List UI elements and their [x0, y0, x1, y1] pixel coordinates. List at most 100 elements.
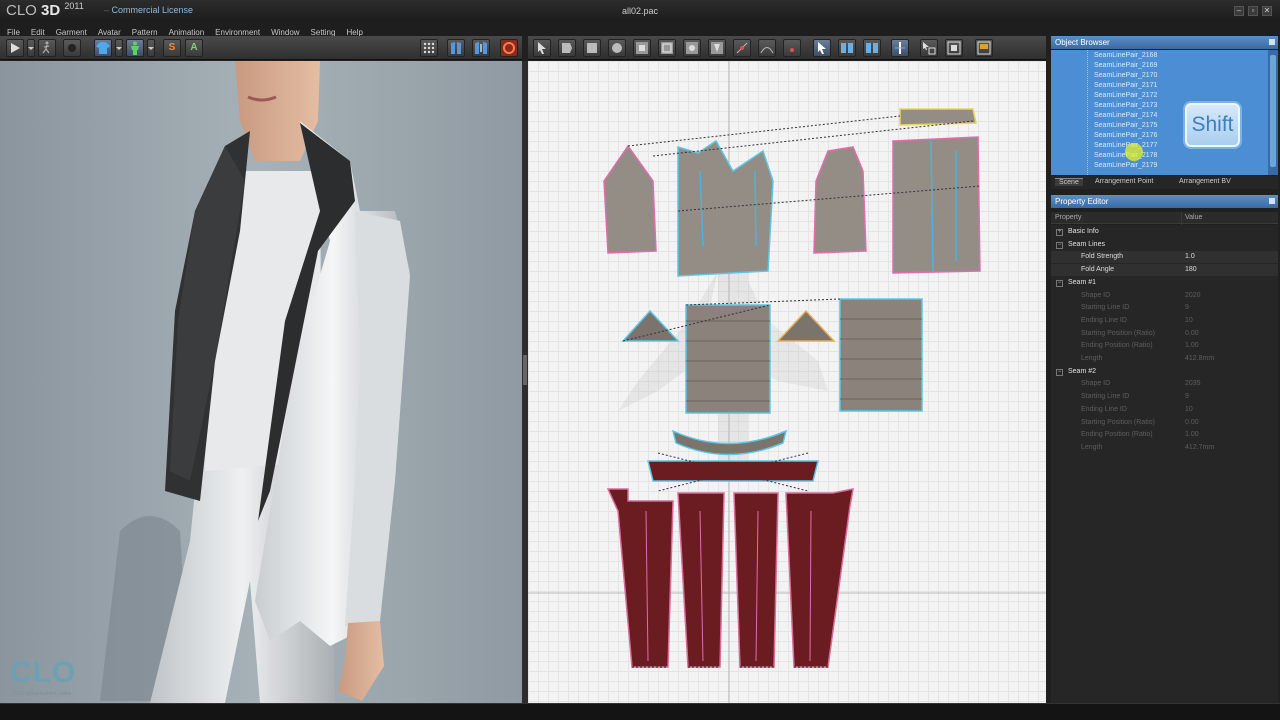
- circle-tool-button[interactable]: [608, 39, 626, 57]
- property-row[interactable]: Ending Line ID 10: [1051, 404, 1278, 416]
- avatar-dropdown-button[interactable]: [147, 39, 155, 57]
- refresh-icon: [503, 42, 515, 54]
- property-table-header: Property Value: [1051, 212, 1278, 224]
- a-icon[interactable]: A: [185, 39, 203, 57]
- property-group-row[interactable]: − Seam #2: [1051, 366, 1278, 378]
- simulate-play-button[interactable]: [6, 39, 24, 57]
- property-key: Seam #2: [1068, 367, 1097, 375]
- property-row[interactable]: Length 412.8mm: [1051, 353, 1278, 365]
- s-icon[interactable]: S: [163, 39, 181, 57]
- fold-line-button[interactable]: [891, 39, 909, 57]
- property-row[interactable]: Ending Position (Ratio) 1.00: [1051, 429, 1278, 441]
- pin-icon[interactable]: [1269, 198, 1275, 204]
- collapse-icon[interactable]: −: [1056, 279, 1063, 287]
- edit-point-button[interactable]: [733, 39, 751, 57]
- property-editor-title: Property Editor: [1051, 195, 1278, 208]
- tree-item[interactable]: SeamLinePair_2174: [1094, 112, 1157, 119]
- close-button[interactable]: ✕: [1262, 6, 1272, 16]
- fold-tool-button[interactable]: [447, 39, 465, 57]
- free-sewing-button[interactable]: [838, 39, 856, 57]
- add-point-button[interactable]: [783, 39, 801, 57]
- tree-item[interactable]: SeamLinePair_2176: [1094, 132, 1157, 139]
- viewport-3d[interactable]: CLO CLO virtual fashion online: [0, 61, 522, 703]
- clo-tagline: CLO virtual fashion online: [14, 691, 72, 697]
- property-group-row[interactable]: − Seam Lines: [1051, 239, 1278, 251]
- property-row[interactable]: Ending Line ID 10: [1051, 315, 1278, 327]
- show-avatar-button[interactable]: [126, 39, 144, 57]
- tree-item[interactable]: SeamLinePair_2173: [1094, 102, 1157, 109]
- zoom-fit-icon: [947, 41, 961, 55]
- property-row[interactable]: Shape ID 2020: [1051, 290, 1278, 302]
- select-tool-button[interactable]: [533, 39, 551, 57]
- property-row[interactable]: Fold Strength 1.0: [1051, 251, 1278, 264]
- property-row[interactable]: Fold Angle 180: [1051, 264, 1278, 277]
- screenshot-button[interactable]: [975, 39, 993, 57]
- property-row[interactable]: Starting Position (Ratio) 0.00: [1051, 328, 1278, 340]
- internal-polygon-button[interactable]: [633, 39, 651, 57]
- polygon-tool-button[interactable]: [558, 39, 576, 57]
- property-value[interactable]: 1.0: [1185, 251, 1195, 263]
- screenshot-icon: [977, 41, 991, 55]
- internal-rectangle-icon: [661, 42, 673, 54]
- record-button[interactable]: [63, 39, 81, 57]
- property-value: 10: [1185, 316, 1193, 324]
- property-group-row[interactable]: − Seam #1: [1051, 277, 1278, 289]
- property-row[interactable]: Length 412.7mm: [1051, 442, 1278, 454]
- internal-circle-button[interactable]: [683, 39, 701, 57]
- tab-arrangement-bv[interactable]: Arrangement BV: [1179, 178, 1231, 185]
- curve-icon: [760, 47, 774, 54]
- tree-item[interactable]: SeamLinePair_2168: [1094, 52, 1157, 59]
- splitter-grip[interactable]: [523, 355, 527, 385]
- expand-icon[interactable]: +: [1056, 229, 1063, 236]
- segment-sewing-button[interactable]: [813, 39, 831, 57]
- tree-item[interactable]: SeamLinePair_2175: [1094, 122, 1157, 129]
- property-row[interactable]: Starting Line ID 9: [1051, 391, 1278, 403]
- reset-button[interactable]: [500, 39, 518, 57]
- rectangle-tool-button[interactable]: [583, 39, 601, 57]
- object-browser-tree[interactable]: SeamLinePair_2168 SeamLinePair_2169 Seam…: [1051, 50, 1278, 175]
- sewing-check-button[interactable]: [863, 39, 881, 57]
- fold-arrange-button[interactable]: [472, 39, 490, 57]
- dropdown-icon: [116, 47, 122, 50]
- jacket-icon: [451, 42, 461, 54]
- pin-icon[interactable]: [1269, 39, 1275, 45]
- play-dropdown-button[interactable]: [27, 39, 35, 57]
- edit-point-icon: [736, 42, 748, 54]
- edit-curve-button[interactable]: [758, 39, 776, 57]
- minimize-button[interactable]: –: [1234, 6, 1244, 16]
- internal-rectangle-button[interactable]: [658, 39, 676, 57]
- tree-item[interactable]: SeamLinePair_2171: [1094, 82, 1157, 89]
- internal-circle-icon: [686, 42, 698, 54]
- collapse-icon[interactable]: −: [1056, 368, 1063, 376]
- property-row[interactable]: Ending Position (Ratio) 1.00: [1051, 340, 1278, 352]
- zoom-fit-button[interactable]: [945, 39, 963, 57]
- sewing-pointer-icon: [818, 42, 826, 54]
- transform-button[interactable]: [920, 39, 938, 57]
- tree-item[interactable]: SeamLinePair_2169: [1094, 62, 1157, 69]
- animation-button[interactable]: [38, 39, 56, 57]
- property-group-row[interactable]: + Basic Info: [1051, 226, 1278, 238]
- tab-scene[interactable]: Scene: [1055, 178, 1083, 186]
- dart-tool-button[interactable]: [708, 39, 726, 57]
- pattern-window-2d[interactable]: [528, 61, 1046, 703]
- tree-item[interactable]: SeamLinePair_2172: [1094, 92, 1157, 99]
- scrollbar-thumb[interactable]: [1270, 55, 1276, 167]
- property-row[interactable]: Starting Position (Ratio) 0.00: [1051, 417, 1278, 429]
- status-bar: [0, 703, 1280, 720]
- property-row[interactable]: Starting Line ID 9: [1051, 302, 1278, 314]
- tree-item[interactable]: SeamLinePair_2179: [1094, 162, 1157, 169]
- collapse-icon[interactable]: −: [1056, 241, 1063, 249]
- property-key: Length: [1081, 443, 1103, 451]
- tab-arrangement-point[interactable]: Arrangement Point: [1095, 178, 1153, 185]
- property-key: Basic Info: [1068, 228, 1099, 235]
- tree-item[interactable]: SeamLinePair_2170: [1094, 72, 1157, 79]
- property-row[interactable]: Shape ID 2035: [1051, 378, 1278, 390]
- property-value: 1.00: [1185, 431, 1199, 439]
- garment-dropdown-button[interactable]: [115, 39, 123, 57]
- object-browser-title-text: Object Browser: [1055, 38, 1110, 47]
- property-value[interactable]: 180: [1185, 264, 1197, 276]
- arrangement-points-button[interactable]: [420, 39, 438, 57]
- property-value: 2035: [1185, 380, 1201, 388]
- maximize-button[interactable]: ▫: [1248, 6, 1258, 16]
- show-garment-button[interactable]: [94, 39, 112, 57]
